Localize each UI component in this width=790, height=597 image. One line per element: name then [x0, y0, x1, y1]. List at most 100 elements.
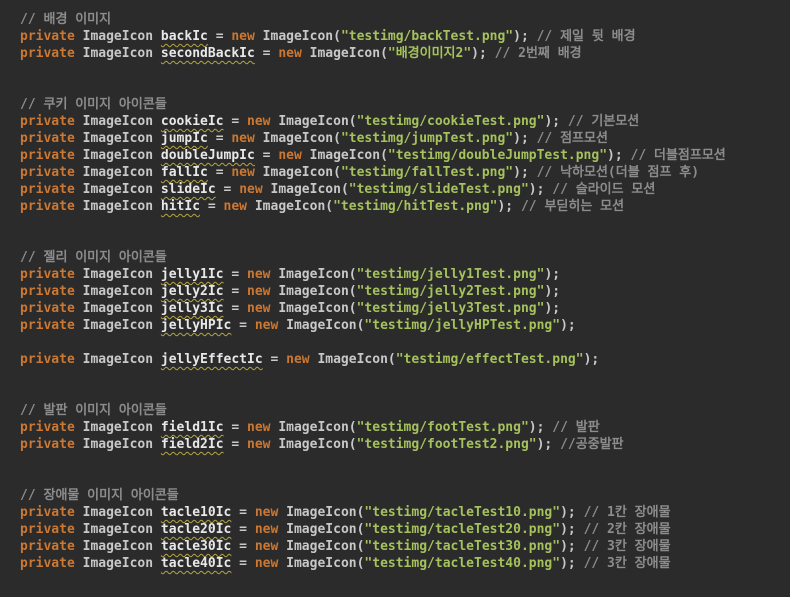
trailing-comment: // 점프모션	[528, 131, 608, 146]
declaration-line[interactable]: private ImageIcon hitIc = new ImageIcon(…	[20, 198, 790, 215]
comment-line[interactable]: // 쿠키 이미지 아이콘들	[20, 96, 790, 113]
string-literal: "배경이미지2"	[387, 46, 472, 61]
private-keyword: private	[20, 131, 75, 146]
field-identifier: tacle10Ic	[160, 505, 232, 520]
string-literal: "testimg/effectTest.png"	[395, 352, 584, 367]
section-comment: // 쿠키 이미지 아이콘들	[20, 97, 167, 112]
closing-punctuation: );	[536, 437, 553, 452]
declaration-line[interactable]: private ImageIcon tacle20Ic = new ImageI…	[20, 521, 790, 538]
trailing-comment: // 제일 뒷 배경	[528, 29, 636, 44]
string-literal: "testimg/tacleTest30.png"	[364, 539, 561, 554]
field-identifier: jellyHPIc	[160, 318, 232, 333]
type-name: ImageIcon	[82, 148, 154, 163]
assign-operator: =	[207, 165, 232, 180]
declaration-line[interactable]: private ImageIcon tacle30Ic = new ImageI…	[20, 538, 790, 555]
string-literal: "testimg/tacleTest10.png"	[364, 505, 561, 520]
constructor-call: ImageIcon(	[270, 267, 357, 282]
declaration-line[interactable]: private ImageIcon cookieIc = new ImageIc…	[20, 113, 790, 130]
declaration-line[interactable]: private ImageIcon secondBackIc = new Ima…	[20, 45, 790, 62]
declaration-line[interactable]: private ImageIcon doubleJumpIc = new Ima…	[20, 147, 790, 164]
declaration-line[interactable]: private ImageIcon fallIc = new ImageIcon…	[20, 164, 790, 181]
new-keyword: new	[254, 318, 279, 333]
type-name: ImageIcon	[82, 29, 154, 44]
code-editor[interactable]: // 배경 이미지 private ImageIcon backIc = new …	[20, 11, 790, 597]
declaration-line[interactable]: private ImageIcon jumpIc = new ImageIcon…	[20, 130, 790, 147]
private-keyword: private	[20, 29, 75, 44]
new-keyword: new	[247, 301, 271, 316]
constructor-call: ImageIcon(	[309, 352, 396, 367]
new-keyword: new	[231, 165, 255, 180]
trailing-comment: // 발판	[544, 420, 600, 435]
string-literal: "testimg/jelly1Test.png"	[356, 267, 545, 282]
field-identifier: secondBackIc	[160, 46, 255, 61]
comment-line[interactable]: // 발판 이미지 아이콘들	[20, 402, 790, 419]
string-literal: "testimg/tacleTest20.png"	[364, 522, 561, 537]
blank-line[interactable]	[20, 215, 790, 232]
assign-operator: =	[207, 29, 232, 44]
closing-punctuation: );	[513, 29, 529, 44]
private-keyword: private	[20, 114, 75, 129]
type-name: ImageIcon	[82, 505, 154, 520]
assign-operator: =	[223, 420, 248, 435]
comment-line[interactable]: // 배경 이미지	[20, 11, 790, 28]
blank-line[interactable]	[20, 79, 790, 96]
string-literal: "testimg/jellyHPTest.png"	[364, 318, 561, 333]
new-keyword: new	[231, 131, 255, 146]
assign-operator: =	[223, 437, 248, 452]
assign-operator: =	[231, 556, 255, 571]
closing-punctuation: );	[513, 131, 529, 146]
declaration-line[interactable]: private ImageIcon backIc = new ImageIcon…	[20, 28, 790, 45]
comment-line[interactable]: // 젤리 이미지 아이콘들	[20, 249, 790, 266]
declaration-line[interactable]: private ImageIcon jelly3Ic = new ImageIc…	[20, 300, 790, 317]
declaration-line[interactable]: private ImageIcon field1Ic = new ImageIc…	[20, 419, 790, 436]
new-keyword: new	[247, 420, 271, 435]
blank-line[interactable]	[20, 334, 790, 351]
closing-punctuation: );	[544, 114, 561, 129]
private-keyword: private	[20, 267, 75, 282]
field-identifier: field2Ic	[160, 437, 224, 452]
trailing-comment: // 기본모션	[560, 114, 640, 129]
declaration-line[interactable]: private ImageIcon slideIc = new ImageIco…	[20, 181, 790, 198]
blank-line[interactable]	[20, 368, 790, 385]
declaration-line[interactable]: private ImageIcon jelly2Ic = new ImageIc…	[20, 283, 790, 300]
closing-punctuation: );	[560, 505, 576, 520]
blank-line[interactable]	[20, 232, 790, 249]
private-keyword: private	[20, 556, 75, 571]
string-literal: "testimg/backTest.png"	[340, 29, 514, 44]
assign-operator: =	[254, 46, 279, 61]
declaration-line[interactable]: private ImageIcon tacle10Ic = new ImageI…	[20, 504, 790, 521]
blank-line[interactable]	[20, 62, 790, 79]
declaration-line[interactable]: private ImageIcon jelly1Ic = new ImageIc…	[20, 266, 790, 283]
trailing-comment: // 슬라이드 모션	[544, 182, 656, 197]
constructor-call: ImageIcon(	[254, 165, 341, 180]
private-keyword: private	[20, 148, 75, 163]
declaration-line[interactable]: private ImageIcon jellyHPIc = new ImageI…	[20, 317, 790, 334]
type-name: ImageIcon	[82, 556, 154, 571]
closing-punctuation: );	[560, 318, 576, 333]
assign-operator: =	[200, 199, 224, 214]
comment-line[interactable]: // 장애물 이미지 아이콘들	[20, 487, 790, 504]
declaration-line[interactable]: private ImageIcon jellyEffectIc = new Im…	[20, 351, 790, 368]
assign-operator: =	[223, 267, 248, 282]
field-identifier: fallIc	[160, 165, 208, 180]
string-literal: "testimg/jelly3Test.png"	[356, 301, 545, 316]
section-comment: // 배경 이미지	[20, 12, 112, 27]
constructor-call: ImageIcon(	[254, 29, 341, 44]
trailing-comment: // 부딛히는 모션	[513, 199, 625, 214]
closing-punctuation: );	[471, 46, 487, 61]
string-literal: "testimg/cookieTest.png"	[356, 114, 545, 129]
declaration-line[interactable]: private ImageIcon field2Ic = new ImageIc…	[20, 436, 790, 453]
assign-operator: =	[231, 318, 255, 333]
string-literal: "testimg/footTest2.png"	[356, 437, 537, 452]
blank-line[interactable]	[20, 385, 790, 402]
blank-line[interactable]	[20, 453, 790, 470]
closing-punctuation: );	[560, 522, 576, 537]
assign-operator: =	[223, 114, 248, 129]
trailing-comment: // 3칸 장애물	[575, 556, 671, 571]
private-keyword: private	[20, 539, 75, 554]
declaration-line[interactable]: private ImageIcon tacle40Ic = new ImageI…	[20, 555, 790, 572]
constructor-call: ImageIcon(	[301, 148, 388, 163]
closing-punctuation: );	[544, 301, 561, 316]
blank-line[interactable]	[20, 470, 790, 487]
field-identifier: jelly3Ic	[160, 301, 224, 316]
